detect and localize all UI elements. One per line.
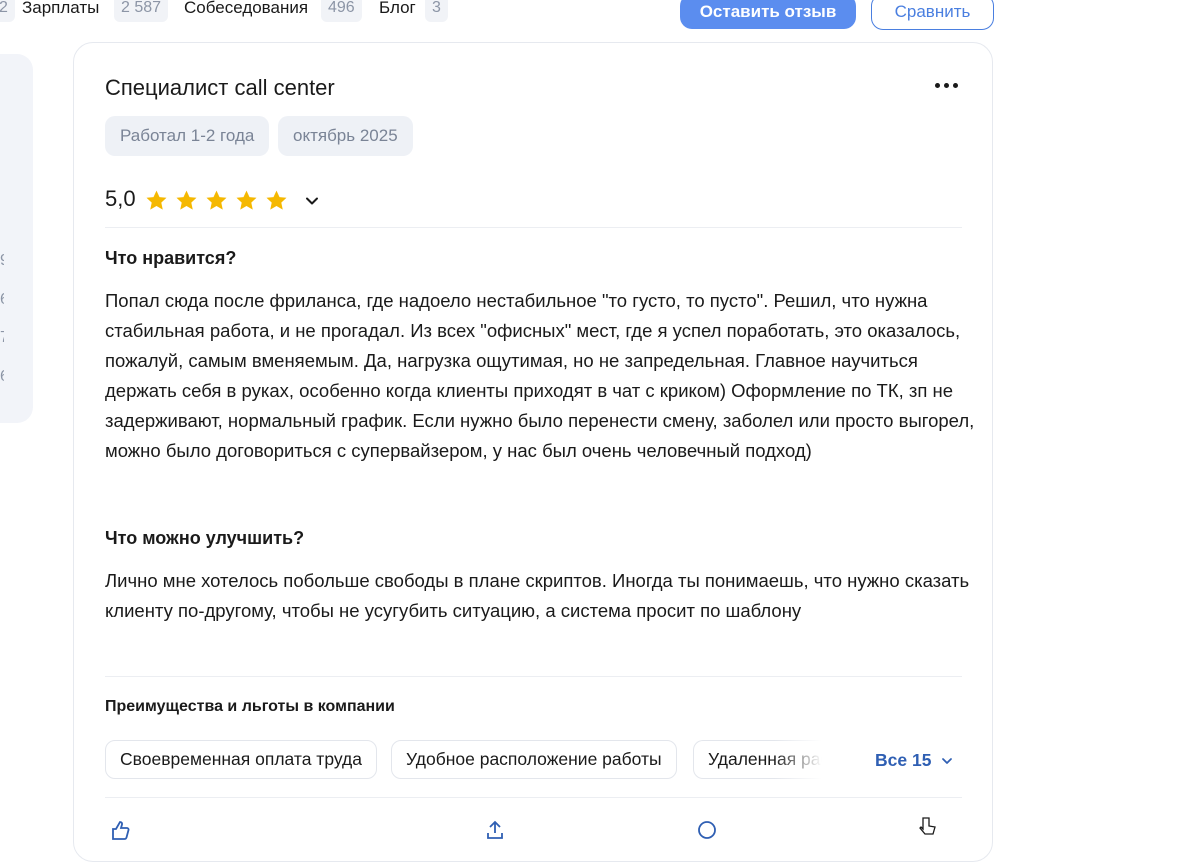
- chip-fade: [774, 740, 834, 779]
- comment-icon[interactable]: [696, 819, 718, 841]
- tag-experience: Работал 1-2 года: [105, 116, 270, 156]
- thumbs-up-icon[interactable]: [109, 819, 131, 841]
- side-number: 6: [0, 291, 4, 309]
- divider: [105, 676, 962, 677]
- rating-value: 5,0: [105, 186, 136, 211]
- side-number: 7: [0, 329, 4, 347]
- tag-date: октябрь 2025: [278, 116, 413, 156]
- nav-item-salaries[interactable]: Зарплаты: [22, 0, 99, 22]
- divider: [105, 797, 962, 798]
- benefit-chip: Удобное расположение работы: [391, 740, 677, 779]
- side-panel: [0, 54, 33, 423]
- likes-text: Попал сюда после фриланса, где надоело н…: [105, 290, 975, 461]
- star-icon: [176, 190, 197, 210]
- compare-button[interactable]: Сравнить: [871, 0, 994, 30]
- star-icon: [206, 190, 227, 210]
- star-icon: [146, 190, 167, 210]
- chevron-down-icon[interactable]: [302, 191, 322, 211]
- all-benefits-button[interactable]: Все 15: [875, 750, 955, 771]
- leave-review-button[interactable]: Оставить отзыв: [680, 0, 856, 29]
- cursor-hand-icon: [919, 817, 936, 835]
- benefits-heading: Преимущества и льготы в компании: [105, 698, 395, 715]
- more-options-icon[interactable]: [931, 79, 961, 91]
- likes-heading: Что нравится?: [105, 248, 237, 268]
- review-card: Специалист call center Работал 1-2 года …: [73, 42, 993, 862]
- share-icon[interactable]: [484, 819, 506, 841]
- benefit-chip: Своевременная оплата труда: [105, 740, 377, 779]
- star-icon: [236, 190, 257, 210]
- top-nav: 2 Зарплаты 2 587 Собеседования 496 Блог …: [0, 0, 1200, 28]
- nav-count-salaries: 2 587: [114, 0, 169, 22]
- rating-stars: [144, 188, 289, 213]
- nav-count-partial: 2: [0, 0, 15, 22]
- nav-item-blog[interactable]: Блог: [379, 0, 416, 22]
- nav-count-blog: 3: [425, 0, 448, 22]
- nav-item-interviews[interactable]: Собеседования: [184, 0, 308, 22]
- improve-text: Лично мне хотелось побольше свободы в пл…: [105, 570, 970, 621]
- star-icon: [266, 190, 287, 210]
- side-number: 9: [0, 252, 4, 270]
- nav-count-interviews: 496: [321, 0, 362, 22]
- review-title: Специалист call center: [105, 75, 335, 100]
- chevron-down-icon: [942, 757, 953, 764]
- improve-heading: Что можно улучшить?: [105, 528, 305, 548]
- divider: [105, 227, 962, 228]
- side-number: 6: [0, 368, 4, 386]
- all-benefits-label: Все 15: [875, 750, 932, 770]
